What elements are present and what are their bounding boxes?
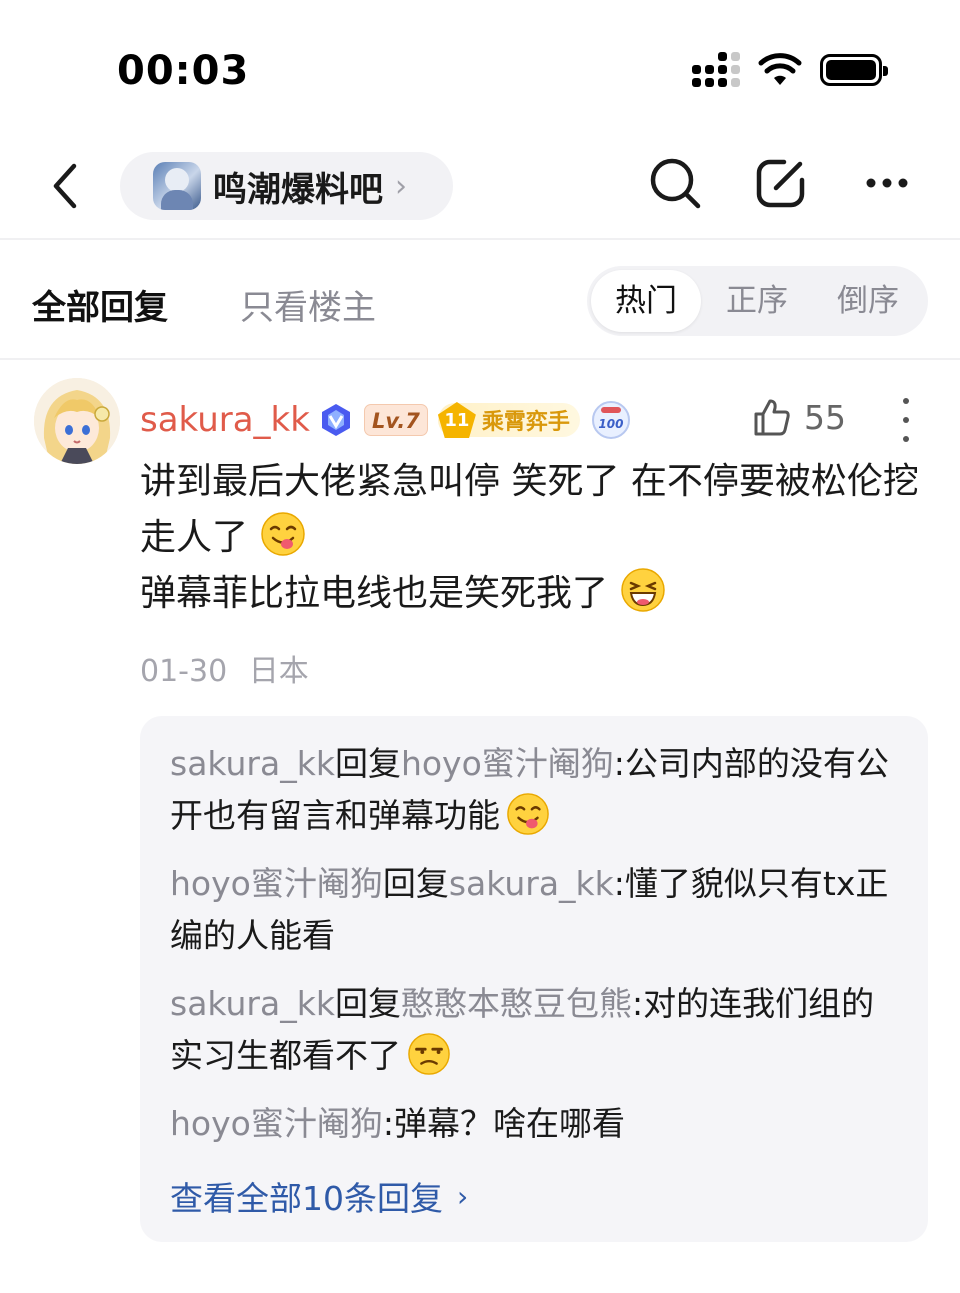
unamused-emoji-icon <box>408 1033 450 1075</box>
like-button[interactable]: 55 <box>752 392 846 442</box>
filter-bar: 全部回复 只看楼主 热门 正序 倒序 <box>0 242 960 360</box>
reply-separator: : <box>613 744 625 783</box>
sort-hot[interactable]: 热门 <box>591 270 701 332</box>
level-badge: Lv.7 <box>363 404 428 436</box>
comment-line-1: 讲到最后大佬紧急叫停 笑死了 在不停要被松伦挖走人了 <box>140 461 919 558</box>
comment-location: 日本 <box>248 654 309 689</box>
status-time: 00:03 <box>117 48 250 94</box>
reply-separator: : <box>631 984 644 1023</box>
reply-from[interactable]: sakura_kk <box>170 744 335 783</box>
calendar-100-badge-icon: 100 <box>591 401 630 439</box>
search-icon <box>650 158 701 209</box>
badge-100-text: 100 <box>598 417 624 431</box>
view-all-label: 查看全部10条回复 <box>170 1179 443 1218</box>
vip-badge-icon <box>321 404 350 436</box>
sort-descending[interactable]: 倒序 <box>813 266 923 336</box>
reply-verb: 回复 <box>334 984 401 1023</box>
grin-emoji-icon <box>621 568 665 612</box>
more-options-button[interactable] <box>858 154 916 212</box>
medal-title: 乘霄弈手 <box>481 410 570 435</box>
reply-item[interactable]: sakura_kk回复憨憨本憨豆包熊:对的连我们组的实习生都看不了 <box>170 978 900 1082</box>
view-all-replies-link[interactable]: 查看全部10条回复 › <box>170 1172 468 1220</box>
comment-date: 01-30 <box>140 654 228 689</box>
forum-avatar <box>153 162 201 210</box>
nav-actions <box>646 154 916 212</box>
user-row: sakura_kk Lv.7 11 乘霄弈手 100 <box>140 396 630 444</box>
more-dot-icon <box>903 417 909 423</box>
comment-body: 讲到最后大佬紧急叫停 笑死了 在不停要被松伦挖走人了 弹幕菲比拉电线也是笑死我了 <box>140 454 930 622</box>
tab-owner-only[interactable]: 只看楼主 <box>240 280 376 329</box>
nav-bar: 鸣潮爆料吧 › <box>0 130 960 240</box>
reply-from[interactable]: hoyo蜜汁阉狗 <box>170 1104 383 1143</box>
reply-to[interactable]: sakura_kk <box>449 864 614 903</box>
reply-from[interactable]: sakura_kk <box>170 984 335 1023</box>
reply-item[interactable]: hoyo蜜汁阉狗:弹幕？啥在哪看 <box>170 1098 900 1150</box>
like-count: 55 <box>804 397 846 437</box>
reply-to[interactable]: hoyo蜜汁阉狗 <box>401 744 614 783</box>
reply-separator: : <box>613 864 625 903</box>
comment-item: sakura_kk Lv.7 11 乘霄弈手 100 55 讲到最后大佬紧急叫停… <box>0 362 960 1293</box>
thumbs-up-icon <box>754 399 790 436</box>
medal-badge: 11 乘霄弈手 <box>437 402 580 438</box>
medal-number: 11 <box>437 402 476 438</box>
chevron-right-icon: › <box>395 168 407 204</box>
username[interactable]: sakura_kk <box>140 400 310 440</box>
chevron-left-icon <box>53 163 77 209</box>
comment-more-button[interactable] <box>897 398 915 442</box>
forum-pill[interactable]: 鸣潮爆料吧 › <box>120 152 453 220</box>
sort-toggle: 热门 正序 倒序 <box>587 266 928 336</box>
tab-all-replies[interactable]: 全部回复 <box>32 280 168 329</box>
sort-ascending[interactable]: 正序 <box>702 266 812 336</box>
reply-verb: 回复 <box>334 744 401 783</box>
more-dot-icon <box>903 398 909 404</box>
comment-meta: 01-30 日本 <box>140 646 309 690</box>
search-button[interactable] <box>646 154 704 212</box>
reply-to[interactable]: 憨憨本憨豆包熊 <box>401 984 632 1023</box>
reply-text: 弹幕？啥在哪看 <box>393 1104 625 1143</box>
reply-verb: 回复 <box>382 864 449 903</box>
chevron-right-icon: › <box>457 1179 469 1213</box>
cellular-signal-icon <box>692 52 740 87</box>
reply-item[interactable]: hoyo蜜汁阉狗回复sakura_kk:懂了貌似只有tx正编的人能看 <box>170 858 900 962</box>
back-button[interactable] <box>40 158 90 214</box>
forum-name: 鸣潮爆料吧 <box>213 169 383 210</box>
reply-from[interactable]: hoyo蜜汁阉狗 <box>170 864 383 903</box>
status-icons <box>692 52 888 87</box>
yum-emoji-icon <box>507 793 549 835</box>
reply-item[interactable]: sakura_kk回复hoyo蜜汁阉狗:公司内部的没有公开也有留言和弹幕功能 <box>170 738 900 842</box>
battery-icon <box>820 53 888 86</box>
yum-emoji-icon <box>261 512 305 556</box>
comment-line-2: 弹幕菲比拉电线也是笑死我了 <box>140 573 609 614</box>
more-dot-icon <box>903 436 909 442</box>
status-bar: 00:03 <box>0 0 960 130</box>
wifi-icon <box>758 52 802 85</box>
reply-separator: : <box>382 1104 394 1143</box>
more-horizontal-icon <box>866 178 908 188</box>
share-icon <box>756 159 805 208</box>
anime-avatar-icon <box>34 378 120 464</box>
replies-panel: sakura_kk回复hoyo蜜汁阉狗:公司内部的没有公开也有留言和弹幕功能 h… <box>140 716 928 1242</box>
share-button[interactable] <box>752 154 810 212</box>
avatar[interactable] <box>34 378 120 464</box>
